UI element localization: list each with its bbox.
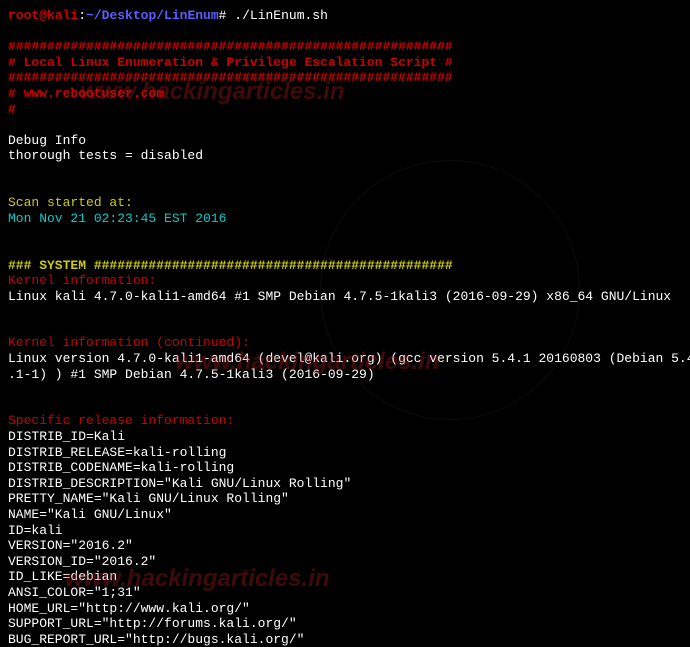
blank-line [8, 304, 682, 320]
blank-line [8, 398, 682, 414]
blank-line [8, 320, 682, 336]
prompt-user: root@kali [8, 8, 78, 23]
release-line: SUPPORT_URL="http://forums.kali.org/" [8, 616, 682, 632]
release-line: NAME="Kali GNU/Linux" [8, 507, 682, 523]
banner-end: # [8, 102, 682, 118]
scan-started-label: Scan started at: [8, 195, 682, 211]
release-line: DISTRIB_DESCRIPTION="Kali GNU/Linux Roll… [8, 476, 682, 492]
blank-line [8, 242, 682, 258]
banner-url: # www.rebootuser.com [8, 86, 682, 102]
system-header: ### SYSTEM #############################… [8, 258, 682, 274]
kernel-info-value: Linux kali 4.7.0-kali1-amd64 #1 SMP Debi… [8, 289, 682, 305]
blank-line [8, 226, 682, 242]
blank-line [8, 117, 682, 133]
release-line: DISTRIB_CODENAME=kali-rolling [8, 460, 682, 476]
banner-border-bottom: ########################################… [8, 70, 682, 86]
release-line: ID_LIKE=debian [8, 569, 682, 585]
prompt-tilde: ~ [86, 8, 94, 23]
blank-line [8, 164, 682, 180]
debug-title: Debug Info [8, 133, 682, 149]
blank-line [8, 180, 682, 196]
debug-thorough: thorough tests = disabled [8, 148, 682, 164]
release-line: VERSION="2016.2" [8, 538, 682, 554]
command-text: ./LinEnum.sh [234, 8, 328, 23]
blank-line [8, 24, 682, 40]
release-line: PRETTY_NAME="Kali GNU/Linux Rolling" [8, 491, 682, 507]
scan-started-time: Mon Nov 21 02:23:45 EST 2016 [8, 211, 682, 227]
release-info-label: Specific release information: [8, 413, 682, 429]
banner-border-top: ########################################… [8, 39, 682, 55]
release-line: VERSION_ID="2016.2" [8, 554, 682, 570]
release-line: DISTRIB_RELEASE=kali-rolling [8, 445, 682, 461]
release-line: HOME_URL="http://www.kali.org/" [8, 601, 682, 617]
release-line: ANSI_COLOR="1;31" [8, 585, 682, 601]
kernel-cont-value-2: .1-1) ) #1 SMP Debian 4.7.5-1kali3 (2016… [8, 367, 682, 383]
terminal-content: root@kali:~/Desktop/LinEnum # ./LinEnum.s… [8, 8, 682, 647]
shell-prompt[interactable]: root@kali:~/Desktop/LinEnum# ./LinEnum.s… [8, 8, 682, 24]
kernel-cont-label: Kernel information (continued): [8, 335, 682, 351]
kernel-cont-value-1: Linux version 4.7.0-kali1-amd64 (devel@k… [8, 351, 682, 367]
release-line: DISTRIB_ID=Kali [8, 429, 682, 445]
kernel-info-label: Kernel information: [8, 273, 682, 289]
prompt-sep: : [78, 8, 86, 23]
release-line: BUG_REPORT_URL="http://bugs.kali.org/" [8, 632, 682, 647]
prompt-path: /Desktop/LinEnum [94, 8, 219, 23]
blank-line [8, 382, 682, 398]
banner-title: # Local Linux Enumeration & Privilege Es… [8, 55, 682, 71]
release-line: ID=kali [8, 523, 682, 539]
